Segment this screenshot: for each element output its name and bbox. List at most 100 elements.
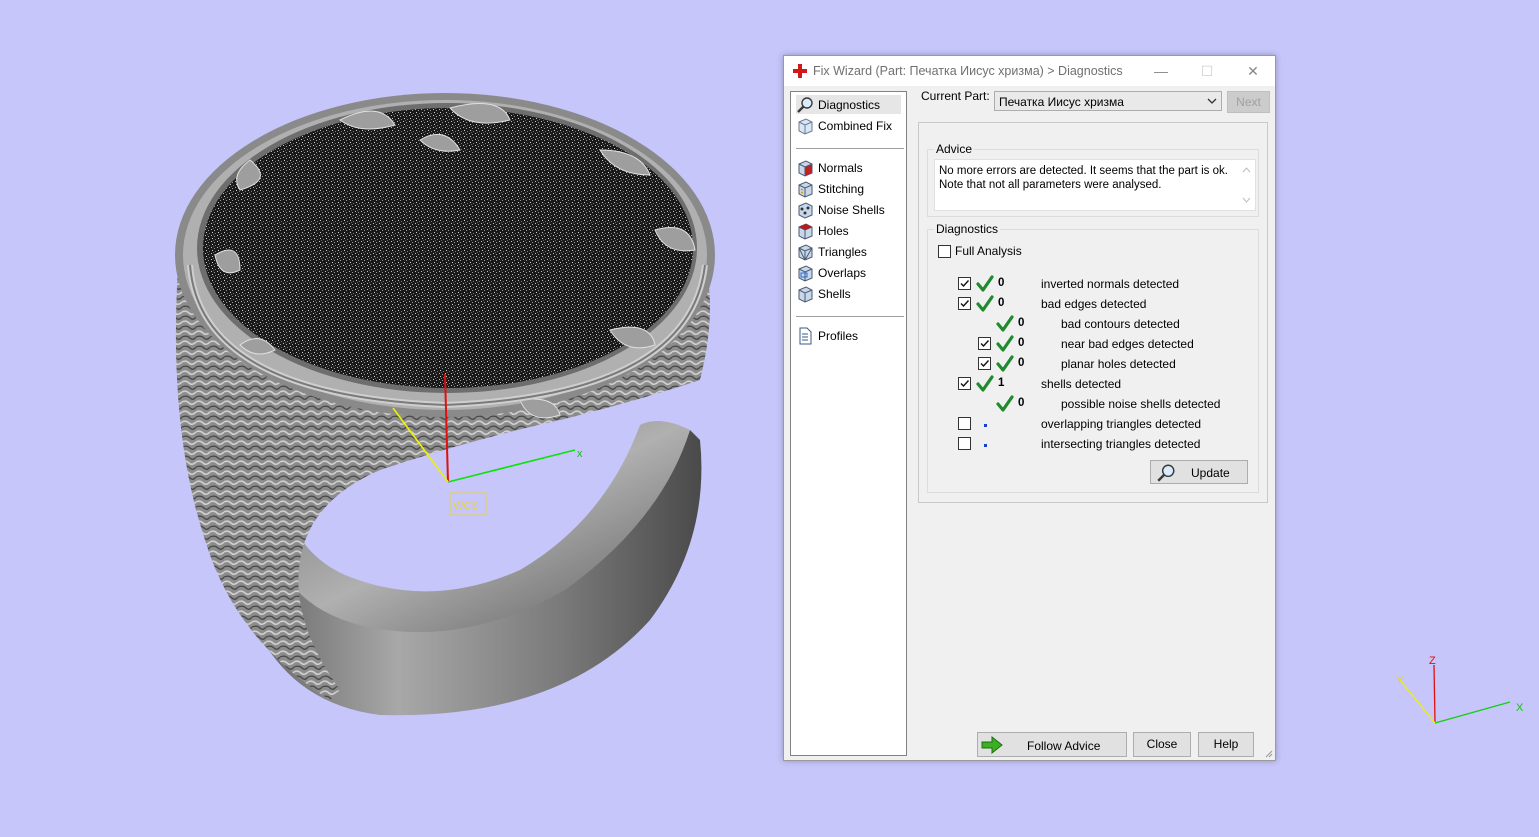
nav-item-normals[interactable]: Normals	[796, 158, 863, 177]
diagnostic-label: inverted normals detected	[1041, 277, 1180, 291]
wcs-x-label: x	[577, 448, 583, 460]
arrow-right-icon	[981, 736, 1003, 754]
nav-label: Stitching	[818, 181, 865, 196]
diagnostic-row: intersecting triangles detected	[928, 434, 1258, 454]
diagnostic-row: 1 shells detected	[928, 374, 1258, 394]
stitching-cube-icon	[798, 180, 813, 198]
status-dot	[984, 444, 987, 447]
diagnostic-checkbox[interactable]	[958, 297, 971, 310]
checkmark-icon	[980, 340, 990, 348]
nav-item-triangles[interactable]: Triangles	[796, 242, 867, 261]
advice-line-1: No more errors are detected. It seems th…	[939, 165, 1228, 177]
normals-cube-icon	[798, 159, 813, 177]
update-button-label: Update	[1191, 466, 1230, 480]
diagnostic-row: 0 planar holes detected	[928, 354, 1258, 374]
nav-item-overlaps[interactable]: Overlaps	[796, 263, 866, 282]
follow-advice-label: Follow Advice	[1027, 739, 1101, 753]
diagnostic-checkbox[interactable]	[958, 437, 971, 450]
advice-line-2: Note that not all parameters were analys…	[939, 179, 1162, 191]
nav-item-diagnostics[interactable]: Diagnostics	[796, 95, 901, 114]
diagnostic-count: 0	[1018, 317, 1025, 329]
checkmark-icon	[960, 280, 970, 288]
nav-divider	[796, 316, 904, 317]
current-part-value: Печатка Иисус хризма	[999, 95, 1124, 109]
diagnostic-row: 0 near bad edges detected	[928, 334, 1258, 354]
diagnostics-panel: Advice No more errors are detected. It s…	[918, 122, 1268, 503]
diagnostic-checkbox[interactable]	[958, 277, 971, 290]
nav-label: Shells	[818, 286, 851, 301]
corner-z-label: Z	[1429, 655, 1436, 667]
green-check-icon	[996, 315, 1014, 332]
checkmark-icon	[980, 360, 990, 368]
advice-group-title: Advice	[934, 142, 975, 156]
diagnostic-row: 0 bad contours detected	[928, 314, 1258, 334]
diagnostic-label: possible noise shells detected	[1061, 397, 1221, 411]
document-icon	[799, 327, 812, 344]
diagnostic-count: 0	[998, 277, 1005, 289]
diagnostic-count: 0	[1018, 337, 1025, 349]
nav-label: Overlaps	[818, 265, 867, 280]
nav-item-stitching[interactable]: Stitching	[796, 179, 864, 198]
diagnostic-row: 0 bad edges detected	[928, 294, 1258, 314]
help-button[interactable]: Help	[1198, 732, 1254, 757]
diagnostic-label: bad contours detected	[1061, 317, 1180, 331]
minimize-button[interactable]: —	[1138, 56, 1184, 86]
magnifier-icon	[797, 96, 813, 113]
noise-shells-icon	[798, 201, 813, 219]
ring-model-render[interactable]: x WCS Z X Y	[0, 0, 1539, 834]
follow-advice-button[interactable]: Follow Advice	[977, 732, 1127, 757]
nav-item-combined-fix[interactable]: Combined Fix	[796, 116, 892, 135]
wcs-label: WCS	[453, 500, 479, 512]
close-button[interactable]: Close	[1133, 732, 1191, 757]
close-window-button[interactable]: ✕	[1230, 56, 1276, 86]
advice-group: Advice No more errors are detected. It s…	[927, 142, 1259, 217]
advice-scrollbar[interactable]	[1238, 160, 1255, 210]
diagnostic-count: 1	[998, 377, 1005, 389]
advice-textbox[interactable]: No more errors are detected. It seems th…	[934, 159, 1256, 211]
update-button[interactable]: Update	[1150, 460, 1248, 484]
3d-viewport[interactable]: x WCS Z X Y	[0, 0, 1539, 834]
diagnostic-row: 0 inverted normals detected	[928, 274, 1258, 294]
diagnostic-checkbox[interactable]	[958, 377, 971, 390]
resize-grip-icon[interactable]	[1263, 748, 1273, 758]
red-cross-icon	[793, 64, 807, 78]
magnifier-icon	[1157, 464, 1175, 482]
checkmark-icon	[960, 300, 970, 308]
green-check-icon	[976, 295, 994, 312]
next-button[interactable]: Next	[1227, 91, 1270, 113]
chevron-down-icon	[1207, 98, 1217, 104]
holes-cube-icon	[798, 222, 813, 240]
diagnostic-label: overlapping triangles detected	[1041, 417, 1202, 431]
diagnostic-label: shells detected	[1041, 377, 1122, 391]
diagnostic-label: bad edges detected	[1041, 297, 1147, 311]
current-part-label: Current Part:	[921, 89, 990, 103]
diagnostic-checkbox[interactable]	[978, 357, 991, 370]
title-bar[interactable]: Fix Wizard (Part: Печатка Иисус хризма) …	[784, 56, 1275, 86]
nav-item-shells[interactable]: Shells	[796, 284, 851, 303]
full-analysis-checkbox[interactable]	[938, 245, 951, 258]
green-check-icon	[996, 395, 1014, 412]
nav-item-holes[interactable]: Holes	[796, 221, 849, 240]
maximize-button[interactable]: ☐	[1184, 56, 1230, 86]
nav-item-profiles[interactable]: Profiles	[796, 326, 858, 345]
diagnostic-checkbox[interactable]	[978, 337, 991, 350]
current-part-dropdown[interactable]: Печатка Иисус хризма	[994, 91, 1222, 111]
diagnostic-row: overlapping triangles detected	[928, 414, 1258, 434]
nav-item-noise-shells[interactable]: Noise Shells	[796, 200, 885, 219]
diagnostics-group: Diagnostics Full Analysis 0 inverted norm…	[927, 222, 1259, 493]
nav-label: Combined Fix	[818, 118, 893, 133]
shells-cube-icon	[798, 285, 813, 303]
green-check-icon	[976, 275, 994, 292]
green-check-icon	[996, 335, 1014, 352]
diagnostic-row: 0 possible noise shells detected	[928, 394, 1258, 414]
diagnostic-label: intersecting triangles detected	[1041, 437, 1201, 451]
diagnostic-label: near bad edges detected	[1061, 337, 1194, 351]
nav-label: Profiles	[818, 328, 859, 343]
checkmark-icon	[960, 380, 970, 388]
dialog-title: Fix Wizard (Part: Печатка Иисус хризма) …	[813, 64, 1123, 78]
nav-divider	[796, 148, 904, 149]
green-check-icon	[976, 375, 994, 392]
diagnostic-checkbox[interactable]	[958, 417, 971, 430]
wizard-nav-list: Diagnostics Combined Fix Normals Stitchi…	[790, 91, 907, 756]
diagnostic-count: 0	[1018, 397, 1025, 409]
